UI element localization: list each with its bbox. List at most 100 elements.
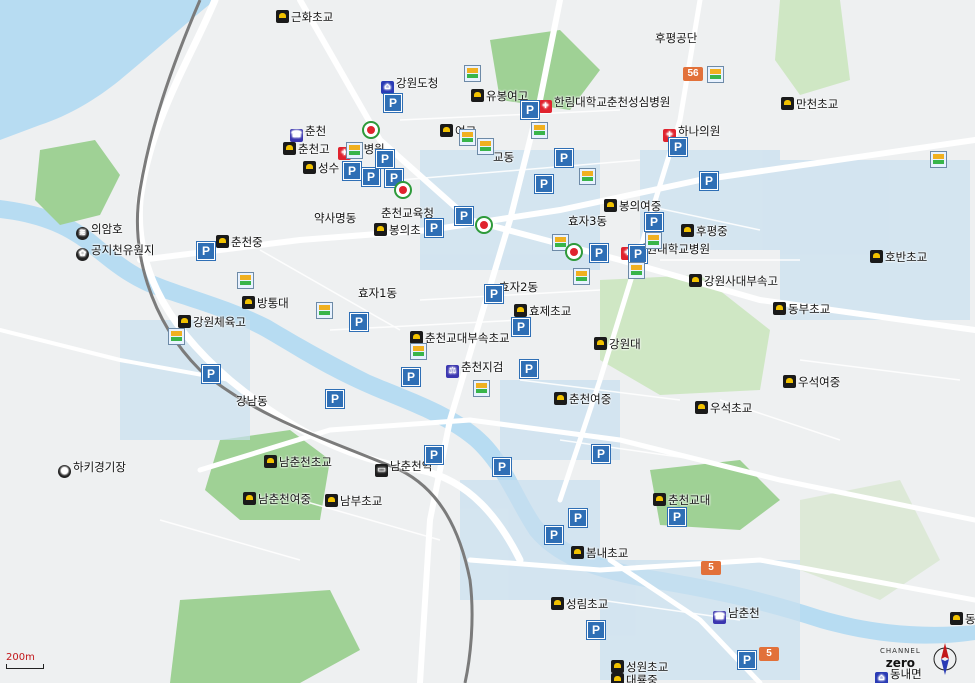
apartment-icon[interactable] bbox=[237, 272, 254, 289]
place-gongjicheon[interactable]: 공지천유원지 bbox=[76, 243, 154, 261]
place-hoban-es[interactable]: 호반초교 bbox=[870, 250, 927, 264]
place-uiam-lake[interactable]: 의암호 bbox=[76, 222, 123, 240]
apartment-icon[interactable] bbox=[168, 328, 185, 345]
parking-icon[interactable]: P bbox=[202, 365, 220, 383]
parking-icon[interactable]: P bbox=[485, 285, 503, 303]
parking-icon[interactable]: P bbox=[569, 509, 587, 527]
place-seongwon-es[interactable]: 성원초교 bbox=[611, 660, 668, 674]
apartment-icon[interactable] bbox=[346, 142, 363, 159]
apartment-icon[interactable] bbox=[930, 151, 947, 168]
place-bongui-es[interactable]: 봉의초 bbox=[374, 223, 421, 237]
apartment-icon[interactable] bbox=[464, 65, 481, 82]
parking-icon[interactable]: P bbox=[512, 318, 530, 336]
place-chuncheon-high[interactable]: 춘천고 bbox=[283, 142, 330, 156]
place-dong-cut[interactable]: 동 bbox=[950, 612, 975, 626]
parking-icon[interactable]: P bbox=[700, 172, 718, 190]
place-yaksa-myeong[interactable]: 약사명동 bbox=[314, 211, 356, 225]
place-gangwon-dochung[interactable]: 강원도청 bbox=[381, 76, 438, 94]
apartment-icon[interactable] bbox=[410, 343, 427, 360]
gas-station-icon[interactable] bbox=[362, 121, 380, 139]
place-namchuncheon-station[interactable]: 남춘천역 bbox=[375, 459, 432, 477]
place-gyo-dong[interactable]: 교동 bbox=[493, 150, 514, 164]
place-manchun-es[interactable]: 만천초교 bbox=[781, 97, 838, 111]
place-hockey-field[interactable]: 하키경기장 bbox=[58, 460, 126, 478]
place-useok-girls[interactable]: 우석여중 bbox=[783, 375, 840, 389]
place-namchuncheon-es[interactable]: 남춘천초교 bbox=[264, 455, 332, 469]
apartment-icon[interactable] bbox=[316, 302, 333, 319]
parking-icon[interactable]: P bbox=[455, 207, 473, 225]
place-chuncheon-edu[interactable]: 춘천교육청 bbox=[381, 206, 434, 220]
map-view[interactable]: 근화초교 강원도청 유봉여고 한림대학교춘천성심병원 후평공단 만천초교 춘천 … bbox=[0, 0, 975, 683]
scale-bar: 200m bbox=[6, 652, 44, 669]
parking-icon[interactable]: P bbox=[425, 219, 443, 237]
parking-icon[interactable]: P bbox=[590, 244, 608, 262]
place-label: 호반초교 bbox=[885, 250, 928, 264]
place-hupyeong-ms[interactable]: 후평중 bbox=[681, 224, 728, 238]
parking-icon[interactable]: P bbox=[645, 213, 663, 231]
place-namchuncheon-girls[interactable]: 남춘천여중 bbox=[243, 492, 311, 506]
parking-icon[interactable]: P bbox=[376, 150, 394, 168]
parking-icon[interactable]: P bbox=[535, 175, 553, 193]
apartment-icon[interactable] bbox=[473, 380, 490, 397]
parking-icon[interactable]: P bbox=[326, 390, 344, 408]
parking-icon[interactable]: P bbox=[350, 313, 368, 331]
apartment-icon[interactable] bbox=[477, 138, 494, 155]
place-chuncheon-court[interactable]: 춘천지검 bbox=[446, 360, 503, 378]
place-hyoja3[interactable]: 효자3동 bbox=[568, 214, 607, 228]
place-hyoja2[interactable]: 효자2동 bbox=[499, 280, 538, 294]
place-chuncheon-girls-ms[interactable]: 춘천여중 bbox=[554, 392, 611, 406]
apartment-icon[interactable] bbox=[573, 268, 590, 285]
parking-icon[interactable]: P bbox=[520, 360, 538, 378]
gas-station-icon[interactable] bbox=[475, 216, 493, 234]
parking-icon[interactable]: P bbox=[425, 446, 443, 464]
place-hupyeong-industrial[interactable]: 후평공단 bbox=[655, 31, 697, 45]
parking-icon[interactable]: P bbox=[343, 162, 361, 180]
apartment-icon[interactable] bbox=[707, 66, 724, 83]
parking-icon[interactable]: P bbox=[521, 101, 539, 119]
place-nambu-es[interactable]: 남부초교 bbox=[325, 494, 382, 508]
parking-icon[interactable]: P bbox=[197, 242, 215, 260]
place-bomnae-es[interactable]: 봄내초교 bbox=[571, 546, 628, 560]
parking-icon[interactable]: P bbox=[738, 651, 756, 669]
place-namchuncheon-telecom[interactable]: 남춘천 bbox=[713, 606, 760, 624]
place-chuncheon-kyodae[interactable]: 춘천교대 bbox=[653, 493, 710, 507]
place-gangwon-sports[interactable]: 강원체육고 bbox=[178, 315, 246, 329]
place-yubong-high[interactable]: 유봉여고 bbox=[471, 89, 528, 103]
place-gangwon-sadae[interactable]: 강원사대부속고 bbox=[689, 274, 778, 288]
place-seongsu[interactable]: 성수 bbox=[303, 161, 339, 175]
parking-icon[interactable]: P bbox=[555, 149, 573, 167]
place-seongnim-es[interactable]: 성림초교 bbox=[551, 597, 608, 611]
place-bongui-girls[interactable]: 봉의여중 bbox=[604, 199, 661, 213]
parking-icon[interactable]: P bbox=[545, 526, 563, 544]
parking-icon[interactable]: P bbox=[493, 458, 511, 476]
place-chuncheon-telecom[interactable]: 춘천 bbox=[290, 124, 326, 142]
place-gangwon-univ[interactable]: 강원대 bbox=[594, 337, 641, 351]
apartment-icon[interactable] bbox=[579, 168, 596, 185]
apartment-icon[interactable] bbox=[645, 232, 662, 249]
parking-icon[interactable]: P bbox=[384, 94, 402, 112]
apartment-icon[interactable] bbox=[459, 129, 476, 146]
school-icon bbox=[514, 304, 527, 317]
place-dongbu-es[interactable]: 동부초교 bbox=[773, 302, 830, 316]
place-hyoja1[interactable]: 효자1동 bbox=[358, 286, 397, 300]
gas-station-icon[interactable] bbox=[565, 243, 583, 261]
parking-icon[interactable]: P bbox=[362, 168, 380, 186]
place-hyoje-es[interactable]: 효제초교 bbox=[514, 304, 571, 318]
parking-icon[interactable]: P bbox=[669, 138, 687, 156]
place-chuncheon-ms[interactable]: 춘천중 bbox=[216, 235, 263, 249]
apartment-icon[interactable] bbox=[531, 122, 548, 139]
hospital-icon bbox=[539, 100, 552, 113]
parking-icon[interactable]: P bbox=[668, 508, 686, 526]
place-gangnam-dong[interactable]: 강남동 bbox=[236, 394, 268, 408]
apartment-icon[interactable] bbox=[628, 262, 645, 279]
place-bangtong-dae[interactable]: 방통대 bbox=[242, 296, 289, 310]
place-gunhwa-es[interactable]: 근화초교 bbox=[276, 10, 333, 24]
place-daeryong-ms[interactable]: 대룡중 bbox=[611, 673, 658, 683]
parking-icon[interactable]: P bbox=[587, 621, 605, 639]
place-hallym-hospital[interactable]: 한림대학교춘천성심병원 bbox=[539, 95, 670, 113]
parking-icon[interactable]: P bbox=[402, 368, 420, 386]
parking-icon[interactable]: P bbox=[592, 445, 610, 463]
lake-icon bbox=[76, 227, 89, 240]
place-useok-es[interactable]: 우석초교 bbox=[695, 401, 752, 415]
gas-station-icon[interactable] bbox=[394, 181, 412, 199]
